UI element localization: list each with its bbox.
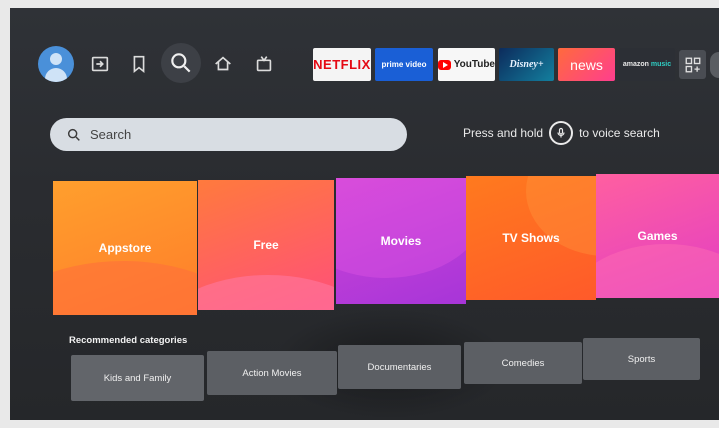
category-documentaries[interactable]: Documentaries xyxy=(338,345,461,389)
prime-video-logo-text: prime video xyxy=(381,60,427,69)
tv-screen: NETFLIX prime video YouTube Disney+ news… xyxy=(10,8,719,420)
youtube-logo-text: YouTube xyxy=(453,59,495,70)
microphone-icon xyxy=(549,121,574,145)
recommended-categories-heading: Recommended categories xyxy=(69,335,188,346)
home-icon[interactable] xyxy=(209,50,237,78)
tile-games[interactable]: Games xyxy=(596,174,719,298)
bookmark-icon[interactable] xyxy=(125,50,153,78)
news-logo-text: news xyxy=(570,56,603,73)
tile-label: Games xyxy=(637,229,678,243)
voice-hint-prefix: Press and hold xyxy=(463,126,544,140)
avatar-body xyxy=(45,68,67,82)
top-navigation: NETFLIX prime video YouTube Disney+ news… xyxy=(10,38,719,98)
category-label: Documentaries xyxy=(367,361,432,373)
settings-gear-icon[interactable] xyxy=(710,52,719,78)
app-news[interactable]: news xyxy=(558,48,615,81)
tile-tv-shows[interactable]: TV Shows xyxy=(466,176,596,300)
app-youtube[interactable]: YouTube xyxy=(438,48,495,81)
tile-decoration xyxy=(53,261,197,315)
netflix-logo-text: NETFLIX xyxy=(313,57,371,72)
app-amazon-music[interactable]: amazon music xyxy=(619,48,675,81)
input-icon[interactable] xyxy=(86,50,114,78)
tile-label: TV Shows xyxy=(502,231,560,245)
avatar-head xyxy=(50,53,62,65)
category-comedies[interactable]: Comedies xyxy=(464,342,582,384)
tile-decoration xyxy=(198,275,334,310)
search-input[interactable]: Search xyxy=(50,118,407,151)
tile-label: Free xyxy=(253,238,279,252)
app-prime-video[interactable]: prime video xyxy=(375,48,433,81)
tile-movies[interactable]: Movies xyxy=(336,178,466,304)
all-apps-button[interactable] xyxy=(679,50,706,79)
category-sports[interactable]: Sports xyxy=(583,338,700,380)
apps-grid-icon xyxy=(685,57,700,72)
category-action-movies[interactable]: Action Movies xyxy=(207,351,337,395)
tile-label: Appstore xyxy=(98,241,152,255)
search-nav-button[interactable] xyxy=(161,43,201,83)
search-placeholder: Search xyxy=(90,127,132,142)
tile-decoration xyxy=(596,244,719,298)
voice-hint-suffix: to voice search xyxy=(579,126,660,140)
app-disney-plus[interactable]: Disney+ xyxy=(499,48,554,81)
voice-search-hint: Press and hold to voice search xyxy=(463,120,660,146)
category-label: Sports xyxy=(627,353,656,365)
app-netflix[interactable]: NETFLIX xyxy=(313,48,371,81)
tile-label: Movies xyxy=(380,234,422,248)
youtube-play-icon xyxy=(438,59,451,70)
live-tv-icon[interactable] xyxy=(250,50,278,78)
profile-avatar[interactable] xyxy=(38,46,74,82)
search-icon xyxy=(171,53,191,73)
disney-logo-text: Disney+ xyxy=(509,59,544,70)
tile-appstore[interactable]: Appstore xyxy=(53,181,197,315)
category-label: Kids and Family xyxy=(103,372,172,384)
category-label: Action Movies xyxy=(242,367,302,379)
category-kids-and-family[interactable]: Kids and Family xyxy=(71,355,204,401)
category-label: Comedies xyxy=(501,357,545,369)
amazon-music-brand: amazon xyxy=(622,61,649,68)
search-field-icon xyxy=(67,128,80,141)
tile-decoration xyxy=(336,178,466,278)
amazon-music-word: music xyxy=(650,61,672,68)
tile-free[interactable]: Free xyxy=(198,180,334,310)
